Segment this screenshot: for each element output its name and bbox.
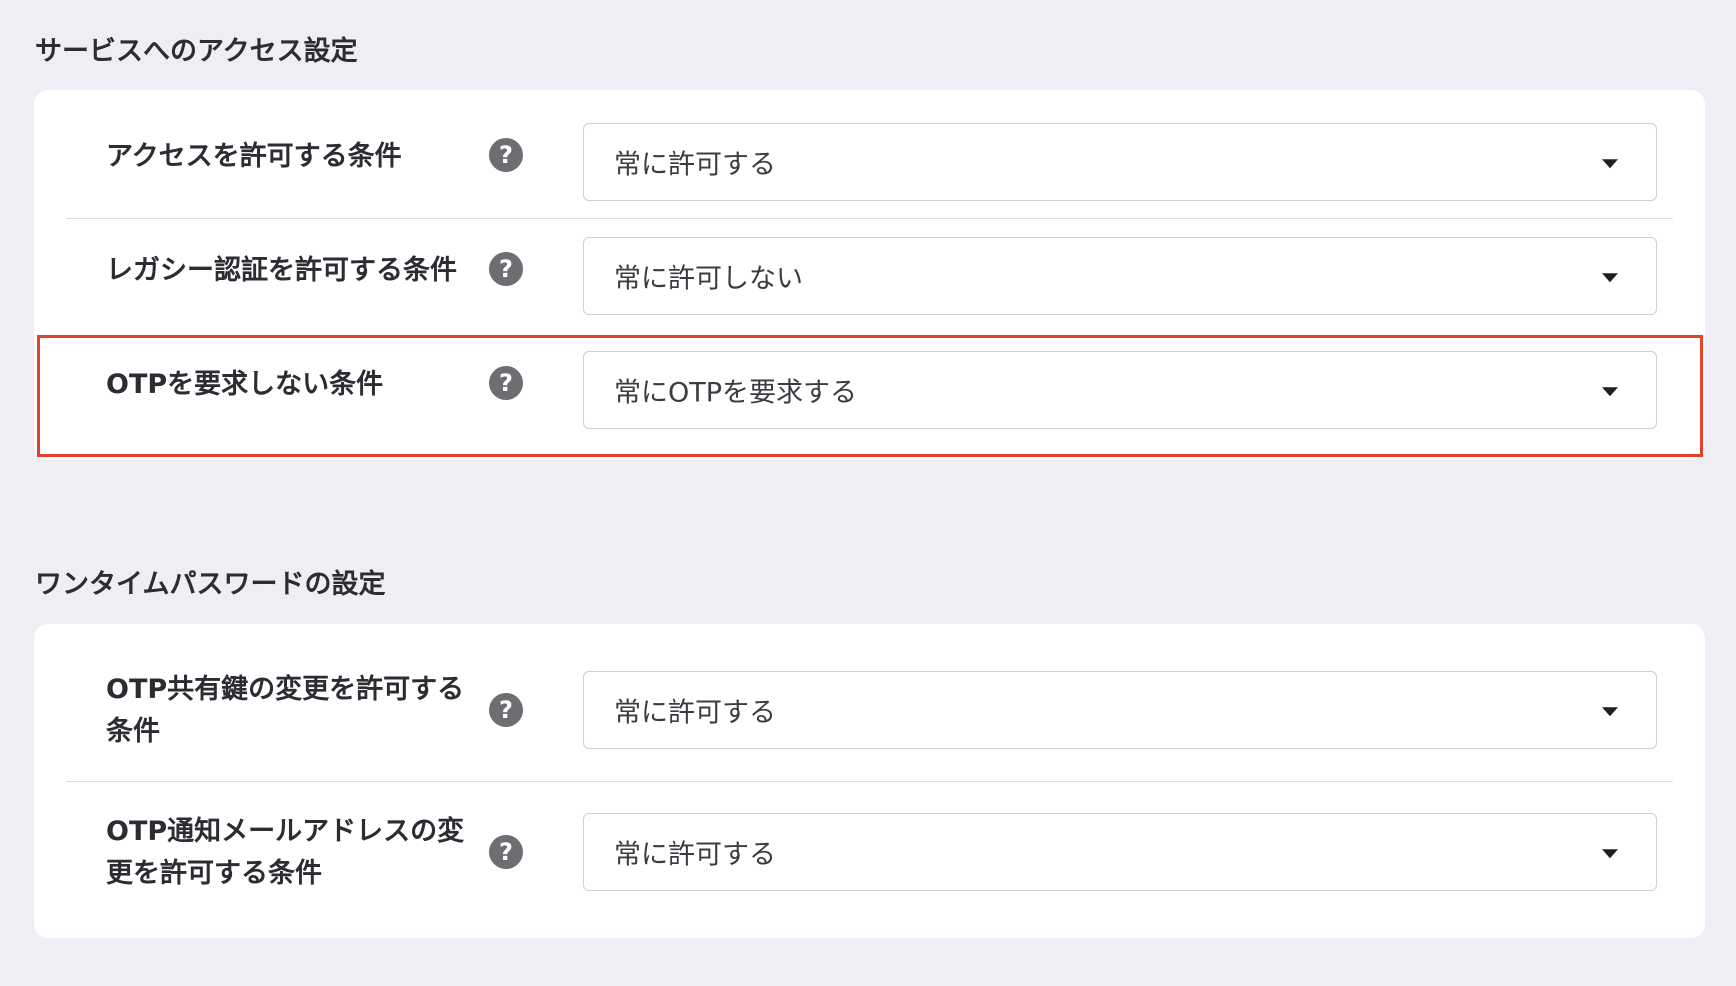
question-circle-icon[interactable]: ? bbox=[489, 138, 523, 172]
question-circle-icon[interactable]: ? bbox=[489, 693, 523, 727]
service-access-card: アクセスを許可する条件 ? 常に許可する レガシー認証を許可する条件 ? 常に許… bbox=[34, 90, 1705, 460]
question-circle-icon[interactable]: ? bbox=[489, 252, 523, 286]
legacy-auth-condition-label: レガシー認証を許可する条件 bbox=[106, 255, 457, 286]
otp-email-change-condition-select[interactable]: 常に許可する bbox=[583, 813, 1657, 891]
row-divider bbox=[66, 218, 1673, 219]
otp-not-required-condition-select[interactable]: 常にOTPを要求する bbox=[583, 351, 1657, 429]
caret-down-icon bbox=[1602, 159, 1618, 169]
caret-down-icon bbox=[1602, 387, 1618, 397]
section-title-otp-settings: ワンタイムパスワードの設定 bbox=[35, 569, 386, 600]
legacy-auth-condition-select[interactable]: 常に許可しない bbox=[583, 237, 1657, 315]
access-condition-label: アクセスを許可する条件 bbox=[106, 141, 402, 172]
otp-email-change-condition-label: OTP通知メールアドレスの変更を許可する条件 bbox=[106, 816, 465, 889]
caret-down-icon bbox=[1602, 273, 1618, 283]
legacy-auth-condition-select-value: 常に許可しない bbox=[614, 263, 803, 295]
row-divider bbox=[66, 781, 1673, 782]
otp-not-required-condition-label: OTPを要求しない条件 bbox=[106, 369, 384, 400]
otp-email-change-condition-select-value: 常に許可する bbox=[614, 839, 776, 871]
access-condition-select[interactable]: 常に許可する bbox=[583, 123, 1657, 201]
otp-not-required-condition-select-value: 常にOTPを要求する bbox=[614, 377, 858, 409]
section-title-service-access: サービスへのアクセス設定 bbox=[35, 36, 358, 67]
question-circle-icon[interactable]: ? bbox=[489, 366, 523, 400]
caret-down-icon bbox=[1602, 849, 1618, 859]
caret-down-icon bbox=[1602, 707, 1618, 717]
otp-settings-card: OTP共有鍵の変更を許可する条件 ? 常に許可する OTP通知メールアドレスの変… bbox=[34, 624, 1705, 938]
access-condition-select-value: 常に許可する bbox=[614, 149, 776, 181]
otp-shared-key-change-condition-select-value: 常に許可する bbox=[614, 697, 776, 729]
question-circle-icon[interactable]: ? bbox=[489, 835, 523, 869]
otp-shared-key-change-condition-label: OTP共有鍵の変更を許可する条件 bbox=[106, 674, 465, 747]
otp-shared-key-change-condition-select[interactable]: 常に許可する bbox=[583, 671, 1657, 749]
